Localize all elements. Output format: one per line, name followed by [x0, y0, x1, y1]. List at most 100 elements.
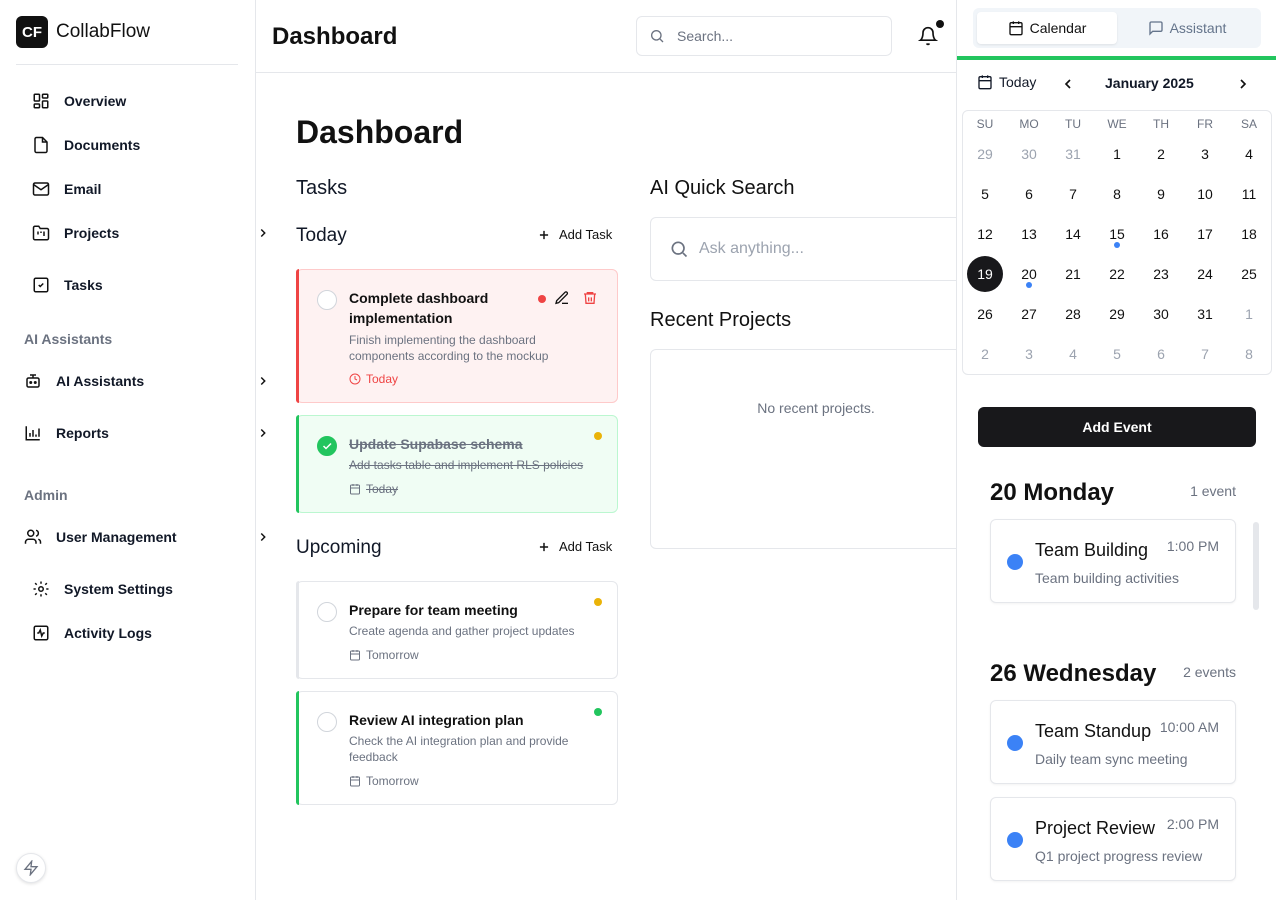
calendar-day[interactable]: 5 — [1095, 334, 1139, 374]
calendar-day[interactable]: 10 — [1183, 174, 1227, 214]
calendar-day[interactable]: 17 — [1183, 214, 1227, 254]
sidebar-item-overview[interactable]: Overview — [32, 89, 126, 113]
tab-calendar[interactable]: Calendar — [977, 12, 1117, 44]
task-checkbox-checked[interactable] — [317, 436, 337, 456]
calendar-day[interactable]: 23 — [1139, 254, 1183, 294]
calendar-day[interactable]: 11 — [1227, 174, 1271, 214]
sidebar-item-documents[interactable]: Documents — [32, 133, 140, 157]
chevron-right-icon[interactable] — [256, 374, 270, 388]
sidebar-item-activity-logs[interactable]: Activity Logs — [32, 621, 152, 645]
calendar-day[interactable]: 16 — [1139, 214, 1183, 254]
event-card[interactable]: Project Review 2:00 PM Q1 project progre… — [990, 797, 1236, 881]
task-card[interactable]: Review AI integration plan Check the AI … — [296, 691, 618, 805]
calendar-day[interactable]: 14 — [1051, 214, 1095, 254]
sidebar-item-reports[interactable]: Reports — [24, 421, 109, 445]
task-description: Add tasks table and implement RLS polici… — [349, 458, 584, 472]
event-time: 10:00 AM — [1159, 719, 1219, 735]
calendar-day[interactable]: 21 — [1051, 254, 1095, 294]
calendar-day[interactable]: 18 — [1227, 214, 1271, 254]
calendar-day-number: 7 — [1069, 186, 1077, 202]
calendar-icon — [1008, 21, 1023, 36]
sidebar-item-user-management[interactable]: User Management — [24, 525, 177, 549]
scrollbar[interactable] — [1253, 522, 1259, 610]
calendar-day[interactable]: 3 — [1183, 134, 1227, 174]
sidebar-item-email[interactable]: Email — [32, 177, 101, 201]
calendar-day[interactable]: 6 — [1007, 174, 1051, 214]
sidebar-item-tasks[interactable]: Tasks — [32, 273, 103, 297]
ai-search-input[interactable] — [699, 240, 959, 258]
ai-search-bar[interactable] — [650, 217, 970, 281]
add-event-button[interactable]: Add Event — [978, 407, 1256, 447]
event-card[interactable]: Team Building 1:00 PM Team building acti… — [990, 519, 1236, 603]
task-card[interactable]: Complete dashboard implementation Finish… — [296, 269, 618, 403]
edit-icon[interactable] — [554, 290, 570, 306]
today-button[interactable]: Today — [977, 74, 1036, 90]
calendar-day[interactable]: 20 — [1007, 254, 1051, 294]
calendar-day[interactable]: 27 — [1007, 294, 1051, 334]
tab-assistant[interactable]: Assistant — [1117, 12, 1257, 44]
calendar-day[interactable]: 29 — [1095, 294, 1139, 334]
brand[interactable]: CF CollabFlow — [16, 16, 150, 48]
calendar-day[interactable]: 2 — [963, 334, 1007, 374]
calendar-day[interactable]: 4 — [1051, 334, 1095, 374]
calendar-day[interactable]: 1 — [1095, 134, 1139, 174]
event-card[interactable]: Team Standup 10:00 AM Daily team sync me… — [990, 700, 1236, 784]
search-input[interactable] — [677, 28, 867, 44]
calendar-day[interactable]: 30 — [1139, 294, 1183, 334]
weekday-label: MO — [1019, 117, 1039, 131]
add-task-button[interactable]: Add Task — [537, 539, 612, 554]
calendar-day-number: 29 — [977, 146, 993, 162]
chevron-left-icon[interactable] — [1060, 76, 1076, 92]
tab-label: Calendar — [1029, 20, 1087, 36]
chevron-right-icon[interactable] — [256, 426, 270, 440]
calendar-day[interactable]: 7 — [1183, 334, 1227, 374]
calendar-day[interactable]: 29 — [963, 134, 1007, 174]
add-task-button[interactable]: Add Task — [537, 227, 612, 242]
sidebar-item-system-settings[interactable]: System Settings — [32, 577, 173, 601]
calendar-day[interactable]: 26 — [963, 294, 1007, 334]
task-title: Review AI integration plan — [349, 712, 524, 728]
chevron-right-icon[interactable] — [256, 226, 270, 240]
task-checkbox[interactable] — [317, 290, 337, 310]
task-accent — [296, 691, 299, 805]
chevron-right-icon[interactable] — [1235, 76, 1251, 92]
bolt-icon — [23, 860, 39, 876]
calendar-day[interactable]: 22 — [1095, 254, 1139, 294]
calendar-day[interactable]: 15 — [1095, 214, 1139, 254]
calendar-day[interactable]: 3 — [1007, 334, 1051, 374]
quick-action-button[interactable] — [16, 853, 46, 883]
calendar-day[interactable]: 4 — [1227, 134, 1271, 174]
calendar-day[interactable]: 12 — [963, 214, 1007, 254]
task-due: Tomorrow — [349, 648, 419, 662]
calendar-day[interactable]: 1 — [1227, 294, 1271, 334]
calendar-day[interactable]: 7 — [1051, 174, 1095, 214]
trash-icon[interactable] — [582, 290, 598, 306]
calendar-day[interactable]: 13 — [1007, 214, 1051, 254]
calendar-day[interactable]: 9 — [1139, 174, 1183, 214]
calendar-day-today[interactable]: 19 — [963, 254, 1007, 294]
calendar-day[interactable]: 25 — [1227, 254, 1271, 294]
priority-dot — [594, 598, 602, 606]
calendar-day[interactable]: 30 — [1007, 134, 1051, 174]
calendar-day[interactable]: 8 — [1227, 334, 1271, 374]
bell-icon[interactable] — [918, 26, 938, 46]
task-due-label: Today — [366, 372, 399, 386]
search-bar[interactable] — [636, 16, 892, 56]
task-checkbox[interactable] — [317, 602, 337, 622]
calendar-day[interactable]: 8 — [1095, 174, 1139, 214]
chevron-right-icon[interactable] — [256, 530, 270, 544]
task-card[interactable]: Update Supabase schema Add tasks table a… — [296, 415, 618, 513]
task-card[interactable]: Prepare for team meeting Create agenda a… — [296, 581, 618, 679]
sidebar-item-ai-assistants[interactable]: AI Assistants — [24, 369, 144, 393]
calendar-day[interactable]: 31 — [1051, 134, 1095, 174]
calendar-day[interactable]: 2 — [1139, 134, 1183, 174]
calendar-day[interactable]: 5 — [963, 174, 1007, 214]
calendar-day-number: 24 — [1197, 266, 1213, 282]
task-checkbox[interactable] — [317, 712, 337, 732]
calendar-day[interactable]: 28 — [1051, 294, 1095, 334]
top-header: Dashboard — [256, 0, 956, 73]
sidebar-item-projects[interactable]: Projects — [32, 221, 119, 245]
calendar-day[interactable]: 6 — [1139, 334, 1183, 374]
calendar-day[interactable]: 31 — [1183, 294, 1227, 334]
calendar-day[interactable]: 24 — [1183, 254, 1227, 294]
